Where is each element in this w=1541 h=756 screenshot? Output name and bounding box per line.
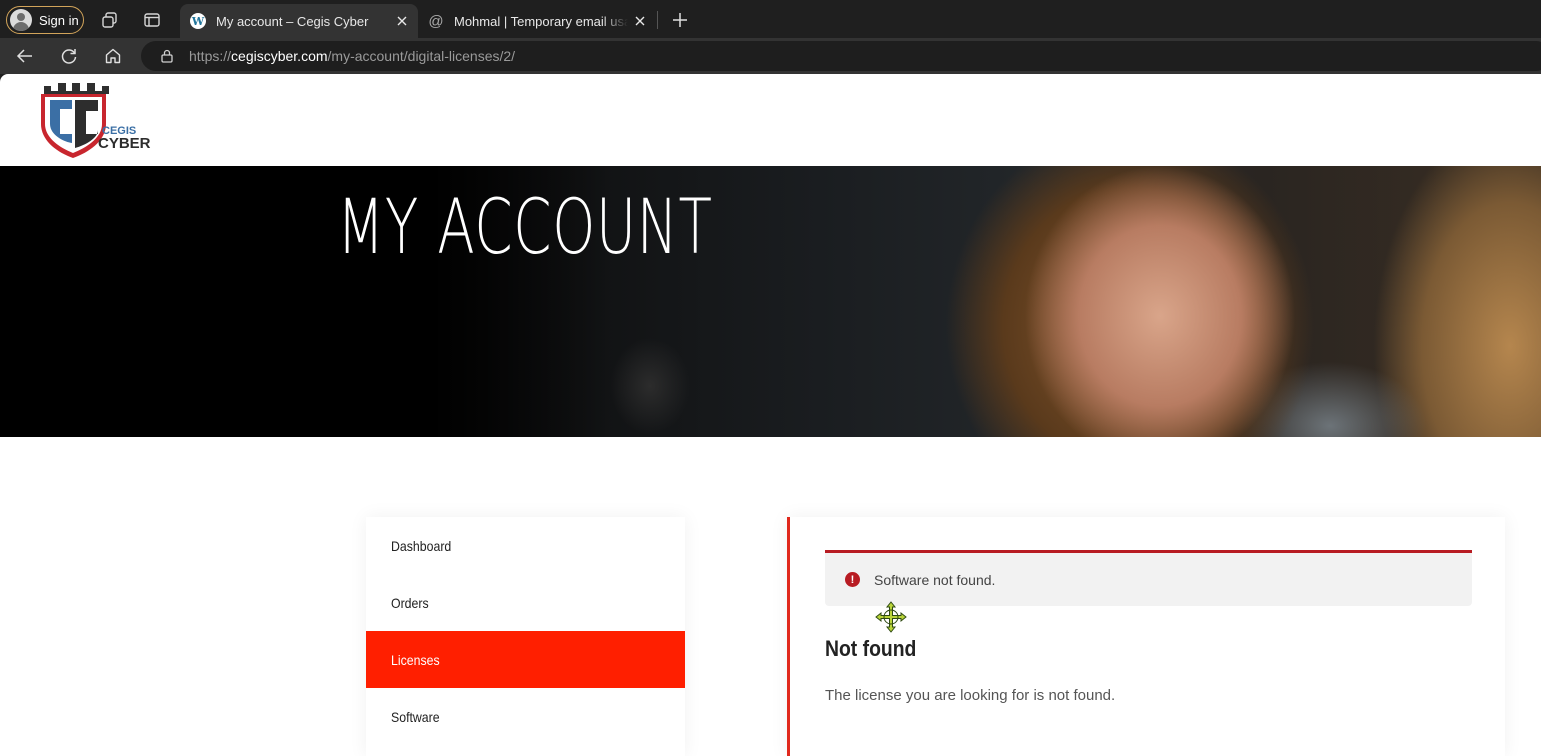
tab-title: Mohmal | Temporary email usa email	[454, 13, 628, 29]
url-path: /my-account/digital-licenses/2/	[327, 48, 516, 64]
refresh-icon[interactable]	[57, 44, 81, 68]
page-title: MY ACCOUNT	[337, 182, 713, 271]
error-notice-text: Software not found.	[874, 571, 996, 588]
nav-item-label: Orders	[391, 594, 429, 611]
browser-toolbar: https://cegiscyber.com/my-account/digita…	[0, 38, 1541, 74]
cegis-cyber-logo[interactable]: CEGIS CYBER	[38, 80, 158, 162]
nav-item-label: Software	[391, 708, 440, 725]
nav-item-orders[interactable]: Orders	[366, 574, 685, 631]
nav-item-software[interactable]: Software	[366, 688, 685, 745]
not-found-heading: Not found	[825, 636, 917, 661]
account-navigation: Dashboard Orders Licenses Software	[366, 517, 685, 756]
not-found-message: The license you are looking for is not f…	[825, 687, 1116, 704]
nav-item-label: Dashboard	[391, 537, 452, 554]
avatar-icon	[10, 9, 32, 31]
home-icon[interactable]	[101, 44, 125, 68]
tab-divider	[657, 11, 658, 29]
nav-item-label: Licenses	[391, 651, 440, 668]
url-host: cegiscyber.com	[231, 48, 328, 64]
wordpress-icon: W	[190, 13, 206, 29]
browser-tab-bar: Sign in W My account – Cegis Cyber @ Moh…	[0, 0, 1541, 38]
hero-banner: MY ACCOUNT	[0, 166, 1541, 437]
lock-icon[interactable]	[159, 48, 175, 64]
close-icon[interactable]	[390, 9, 414, 33]
sign-in-button[interactable]: Sign in	[6, 6, 84, 34]
tab-my-account[interactable]: W My account – Cegis Cyber	[180, 4, 418, 38]
account-content: ! Software not found. Not found The lice…	[787, 517, 1505, 756]
tab-mohmal[interactable]: @ Mohmal | Temporary email usa email	[420, 4, 656, 38]
address-bar[interactable]: https://cegiscyber.com/my-account/digita…	[141, 41, 1541, 71]
new-tab-icon[interactable]	[668, 8, 692, 32]
nav-item-dashboard[interactable]: Dashboard	[366, 517, 685, 574]
workspaces-icon[interactable]	[98, 8, 122, 32]
error-notice: ! Software not found.	[825, 550, 1472, 606]
at-icon: @	[428, 12, 444, 30]
close-icon[interactable]	[628, 9, 652, 33]
sign-in-label: Sign in	[39, 12, 79, 28]
tab-actions-icon[interactable]	[140, 8, 164, 32]
back-icon[interactable]	[13, 44, 37, 68]
tab-title: My account – Cegis Cyber	[216, 13, 369, 29]
logo-text-bottom: CYBER	[98, 135, 151, 152]
web-page: CEGIS CYBER MY ACCOUNT Dashboard Orders …	[0, 74, 1541, 756]
nav-item-licenses[interactable]: Licenses	[366, 631, 685, 688]
error-icon: !	[845, 572, 860, 587]
url-protocol: https://	[189, 48, 232, 64]
move-cursor-icon	[875, 601, 907, 633]
